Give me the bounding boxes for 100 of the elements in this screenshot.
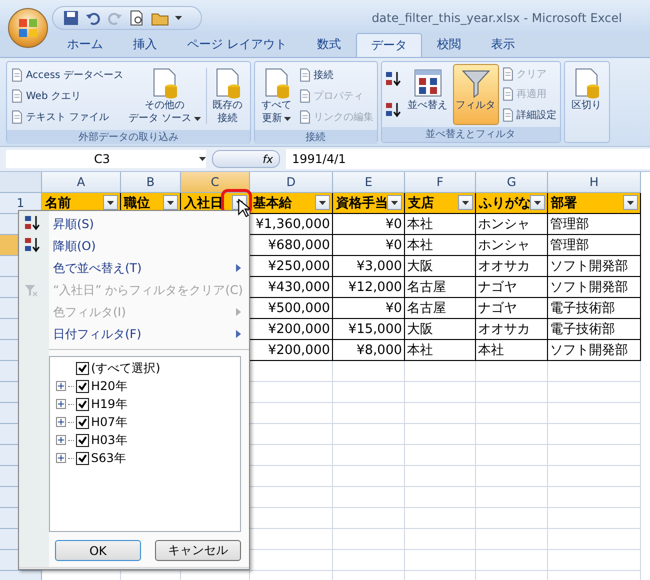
menu-item[interactable]: 昇順(S) bbox=[49, 213, 249, 235]
ribbon-command[interactable]: テキスト ファイル bbox=[10, 110, 124, 124]
column-header[interactable]: A bbox=[42, 172, 121, 193]
table-cell bbox=[333, 529, 405, 550]
filter-dropdown-button[interactable] bbox=[315, 195, 330, 210]
ribbon-large-button[interactable]: 既存の 接続 bbox=[208, 64, 247, 128]
expand-icon[interactable] bbox=[56, 381, 66, 391]
ribbon-large-button[interactable]: 区切り bbox=[568, 64, 606, 140]
ribbon-command[interactable]: 詳細設定 bbox=[500, 108, 557, 122]
command-icon bbox=[298, 88, 312, 103]
column-header[interactable]: C bbox=[181, 172, 250, 193]
column-header[interactable]: G bbox=[476, 172, 548, 193]
ribbon-large-button[interactable]: その他の データ ソース bbox=[125, 64, 204, 128]
checkbox[interactable] bbox=[76, 380, 89, 392]
expand-icon[interactable] bbox=[56, 453, 66, 463]
expand-icon[interactable] bbox=[56, 435, 66, 445]
office-logo bbox=[18, 18, 38, 38]
table-cell bbox=[333, 382, 405, 403]
office-button[interactable] bbox=[8, 8, 48, 48]
ok-button[interactable]: OK bbox=[55, 540, 141, 561]
column-header[interactable]: F bbox=[405, 172, 476, 193]
table-cell bbox=[476, 466, 548, 487]
save-icon[interactable] bbox=[63, 10, 79, 26]
table-cell bbox=[476, 382, 548, 403]
ribbon-large-button[interactable]: すべて 更新 bbox=[258, 64, 296, 128]
table-cell: 名古屋 bbox=[405, 298, 476, 319]
command-icon bbox=[500, 108, 515, 122]
ribbon-tab[interactable]: 校閲 bbox=[422, 32, 476, 57]
table-cell bbox=[405, 508, 476, 529]
dropdown-arrow-icon bbox=[534, 200, 541, 204]
table-cell bbox=[333, 445, 405, 466]
dropdown-arrow-icon bbox=[107, 200, 114, 204]
table-cell: ¥0 bbox=[333, 235, 405, 256]
command-icon bbox=[10, 110, 24, 124]
command-icon bbox=[298, 110, 312, 124]
table-cell bbox=[405, 361, 476, 382]
ribbon-large-button[interactable]: フィルタ bbox=[452, 64, 499, 125]
menu-item[interactable]: 降順(O) bbox=[49, 235, 249, 257]
table-cell bbox=[476, 424, 548, 445]
dropdown-arrow-icon bbox=[627, 200, 634, 204]
table-cell bbox=[476, 403, 548, 424]
table-cell: 本社 bbox=[476, 340, 548, 361]
table-cell: ¥12,000 bbox=[333, 277, 405, 298]
table-cell: ¥8,000 bbox=[333, 340, 405, 361]
ribbon-command[interactable]: Access データベース bbox=[10, 68, 124, 82]
filter-dropdown-button[interactable] bbox=[387, 195, 402, 210]
menu-item[interactable]: 日付フィルタ(F) bbox=[49, 323, 249, 345]
filter-dropdown-button[interactable] bbox=[163, 195, 178, 210]
insert-function-button[interactable]: fx bbox=[212, 150, 280, 168]
ribbon-sort-ascending-icon[interactable] bbox=[384, 70, 403, 88]
filter-dropdown-button[interactable] bbox=[103, 195, 118, 210]
cancel-button[interactable]: キャンセル bbox=[155, 540, 241, 561]
checkbox[interactable] bbox=[76, 416, 89, 428]
column-header[interactable]: B bbox=[121, 172, 181, 193]
filter-dropdown-button[interactable] bbox=[530, 195, 545, 210]
name-box[interactable]: C3 bbox=[6, 150, 206, 168]
ribbon-tab[interactable]: 数式 bbox=[302, 32, 356, 57]
table-cell: オオサカ bbox=[476, 256, 548, 277]
column-header[interactable]: E bbox=[333, 172, 405, 193]
checkbox[interactable] bbox=[76, 434, 89, 446]
header-cell-text: 支店 bbox=[408, 194, 434, 212]
table-cell: ¥0 bbox=[333, 214, 405, 235]
ribbon-sort-descending-icon[interactable] bbox=[384, 100, 403, 119]
table-cell bbox=[476, 361, 548, 382]
ribbon-tab[interactable]: ページ レイアウト bbox=[172, 32, 302, 57]
table-cell: ソフト開発部 bbox=[548, 256, 641, 277]
column-header[interactable]: D bbox=[250, 172, 333, 193]
filter-dropdown-button[interactable] bbox=[623, 195, 638, 210]
dropdown-arrow-icon bbox=[199, 157, 206, 161]
table-cell: ナゴヤ bbox=[476, 277, 548, 298]
filter-dropdown-button[interactable] bbox=[458, 195, 473, 210]
list-item-label: H03年 bbox=[91, 432, 128, 448]
ribbon-tab[interactable]: データ bbox=[356, 33, 422, 57]
checkbox[interactable] bbox=[76, 452, 89, 464]
table-cell bbox=[333, 466, 405, 487]
table-cell bbox=[333, 403, 405, 424]
formula-field[interactable]: 1991/4/1 bbox=[286, 149, 650, 169]
print-preview-icon[interactable] bbox=[129, 10, 145, 26]
column-header[interactable]: H bbox=[548, 172, 641, 193]
ribbon-command[interactable]: Web クエリ bbox=[10, 88, 124, 103]
dropdown-arrow-icon bbox=[167, 200, 174, 204]
ribbon-tab[interactable]: ホーム bbox=[52, 32, 118, 57]
table-cell bbox=[476, 487, 548, 508]
table-cell bbox=[476, 550, 548, 571]
checkbox[interactable] bbox=[76, 398, 89, 410]
expand-icon[interactable] bbox=[56, 399, 66, 409]
dropdown-arrow-icon bbox=[175, 16, 182, 20]
menu-item[interactable]: 色で並べ替え(T) bbox=[49, 257, 249, 279]
table-cell: 電子技術部 bbox=[548, 319, 641, 340]
expand-icon[interactable] bbox=[56, 417, 66, 427]
ribbon-tab[interactable]: 挿入 bbox=[118, 32, 172, 57]
checkbox[interactable] bbox=[76, 362, 89, 374]
ribbon-command[interactable]: 接続 bbox=[298, 68, 374, 82]
dropdown-arrow-icon bbox=[319, 200, 326, 204]
ribbon-large-button[interactable]: 並べ替え bbox=[404, 64, 451, 125]
table-cell: 管理部 bbox=[548, 214, 641, 235]
ribbon-tab[interactable]: 表示 bbox=[476, 32, 530, 57]
list-item-label: S63年 bbox=[91, 450, 126, 466]
table-cell: ¥15,000 bbox=[333, 319, 405, 340]
table-cell: 管理部 bbox=[548, 235, 641, 256]
